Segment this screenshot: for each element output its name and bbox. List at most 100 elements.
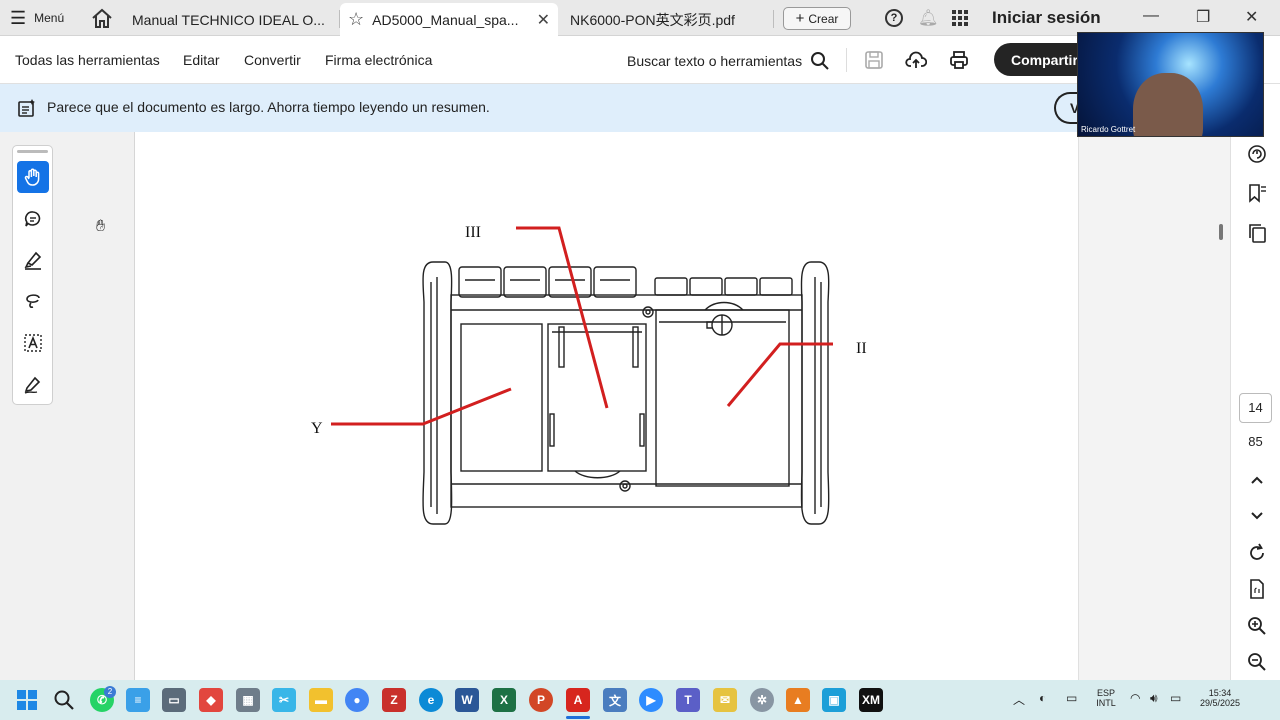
zoom-in-icon[interactable]	[1246, 615, 1268, 637]
copy-pages-icon[interactable]	[1246, 222, 1268, 244]
all-tools-menu[interactable]: Todas las herramientas	[15, 52, 160, 68]
page-count: 85	[1248, 434, 1263, 449]
search-tools-label: Buscar texto o herramientas	[627, 53, 803, 69]
zoom-icon[interactable]: ▶	[639, 688, 663, 712]
save-icon[interactable]	[863, 49, 885, 71]
highlight-tool-button[interactable]	[17, 244, 49, 276]
device-icon[interactable]: ▭	[1066, 691, 1077, 705]
calculator-icon[interactable]: ▦	[236, 688, 260, 712]
location-icon[interactable]: ◐	[1039, 691, 1046, 705]
mail-icon[interactable]: ✉	[713, 688, 737, 712]
file-explorer-icon[interactable]: ▬	[309, 688, 333, 712]
bookmark-icon[interactable]	[1246, 182, 1268, 204]
current-page-input[interactable]: 14	[1239, 393, 1272, 423]
apps-grid-icon[interactable]	[952, 10, 968, 26]
wifi-icon[interactable]: ◠	[1130, 691, 1140, 705]
sign-in-link[interactable]: Iniciar sesión	[992, 8, 1101, 28]
tab-label: AD5000_Manual_spa...	[372, 11, 519, 28]
fit-page-icon[interactable]	[1246, 578, 1268, 600]
menu-button[interactable]: ☰ Menú	[10, 6, 64, 30]
tray-overflow-icon[interactable]: ︿	[1013, 691, 1025, 708]
search-icon	[811, 52, 829, 70]
remote-desktop-icon[interactable]: ▭	[162, 688, 186, 712]
volume-icon[interactable]: 🔊︎	[1150, 691, 1158, 706]
clock-date: 29/5/2025	[1199, 698, 1241, 708]
search-icon[interactable]	[52, 688, 76, 712]
draw-tool-button[interactable]	[17, 285, 49, 317]
participant-video	[1133, 73, 1203, 136]
create-button[interactable]: + Crear	[783, 7, 851, 30]
diagram-label-iii: III	[465, 224, 481, 241]
document-margin	[1078, 132, 1230, 680]
tab-divider	[773, 10, 774, 28]
print-icon[interactable]	[948, 49, 970, 71]
edit-menu[interactable]: Editar	[183, 52, 220, 68]
chrome-icon[interactable]: ●	[345, 688, 369, 712]
chevron-down-icon[interactable]	[1246, 504, 1268, 526]
help-icon[interactable]: ?	[885, 9, 903, 27]
create-label: Crear	[808, 11, 839, 26]
screen-recorder-icon[interactable]: ▣	[822, 688, 846, 712]
edge-icon[interactable]: e	[419, 688, 443, 712]
ai-assistant-icon[interactable]	[1246, 143, 1268, 165]
document-page: III II Y	[135, 132, 1078, 680]
cloud-upload-icon[interactable]	[905, 49, 927, 71]
close-window-icon[interactable]: ✕	[1245, 7, 1258, 27]
snipping-tool-icon[interactable]: ✂	[272, 688, 296, 712]
filezilla-icon[interactable]: Z	[382, 688, 406, 712]
keyboard-layout: INTL	[1096, 698, 1116, 708]
notepad-icon[interactable]: ≡	[126, 688, 150, 712]
hand-tool-button[interactable]	[17, 161, 49, 193]
xm-app-icon[interactable]: XM	[859, 688, 883, 712]
bell-icon[interactable]: 🔔︎	[918, 8, 938, 28]
sign-tool-button[interactable]	[17, 368, 49, 400]
menu-label: Menú	[34, 11, 65, 25]
text-box-tool-button[interactable]	[17, 327, 49, 359]
scrollbar-thumb[interactable]	[1219, 224, 1223, 240]
esign-menu[interactable]: Firma electrónica	[325, 52, 432, 68]
word-icon[interactable]: W	[455, 688, 479, 712]
tab-ad5000-manual[interactable]: ☆ AD5000_Manual_spa... ✕	[340, 3, 558, 36]
hamburger-icon: ☰	[10, 7, 27, 28]
video-call-overlay[interactable]: Ricardo Gottret	[1077, 32, 1264, 137]
tab-manual-technico[interactable]: Manual TECHNICO IDEAL O...	[122, 3, 338, 36]
clock-time: 15:34	[1208, 688, 1232, 698]
powerpoint-icon[interactable]: P	[529, 688, 553, 712]
close-tab-icon[interactable]: ✕	[537, 10, 550, 30]
clock[interactable]: 15:34 29/5/2025	[1196, 688, 1244, 708]
text-box-icon	[24, 334, 42, 352]
zoom-out-icon[interactable]	[1246, 651, 1268, 673]
comment-tool-button[interactable]	[17, 203, 49, 235]
translator-icon[interactable]: 文	[603, 688, 627, 712]
restore-icon[interactable]: ❐	[1196, 7, 1210, 27]
battery-icon[interactable]: ▭	[1170, 691, 1181, 705]
anydesk-icon[interactable]: ◆	[199, 688, 223, 712]
home-icon[interactable]	[90, 7, 114, 29]
summary-icon	[18, 99, 35, 117]
chevron-up-icon[interactable]	[1246, 469, 1268, 491]
matlab-icon[interactable]: ▲	[786, 688, 810, 712]
comment-icon	[24, 211, 41, 227]
active-app-indicator	[566, 716, 590, 719]
callout-line-ii	[726, 342, 833, 407]
tab-nk6000[interactable]: NK6000-PON英文彩页.pdf	[560, 3, 770, 36]
rail-grip[interactable]	[17, 150, 48, 153]
right-rail	[1230, 84, 1280, 680]
windows-start-icon[interactable]	[15, 688, 39, 712]
hand-cursor-icon: ✋︎	[96, 218, 106, 235]
language-indicator[interactable]: ESP INTL	[1094, 688, 1118, 708]
minimize-icon[interactable]: —	[1143, 7, 1159, 25]
excel-icon[interactable]: X	[492, 688, 516, 712]
device-diagram	[331, 226, 833, 525]
star-icon[interactable]: ☆	[348, 9, 364, 30]
settings-icon[interactable]: ✲	[750, 688, 774, 712]
acrobat-icon[interactable]: A	[566, 688, 590, 712]
search-tools-button[interactable]: Buscar texto o herramientas	[627, 51, 830, 71]
diagram-label-ii: II	[856, 340, 867, 357]
convert-menu[interactable]: Convertir	[244, 52, 301, 68]
refresh-icon[interactable]	[1246, 542, 1268, 564]
callout-lines	[331, 226, 833, 426]
callout-line-y	[331, 387, 512, 426]
tab-label: NK6000-PON英文彩页.pdf	[570, 11, 735, 28]
teams-icon[interactable]: T	[676, 688, 700, 712]
